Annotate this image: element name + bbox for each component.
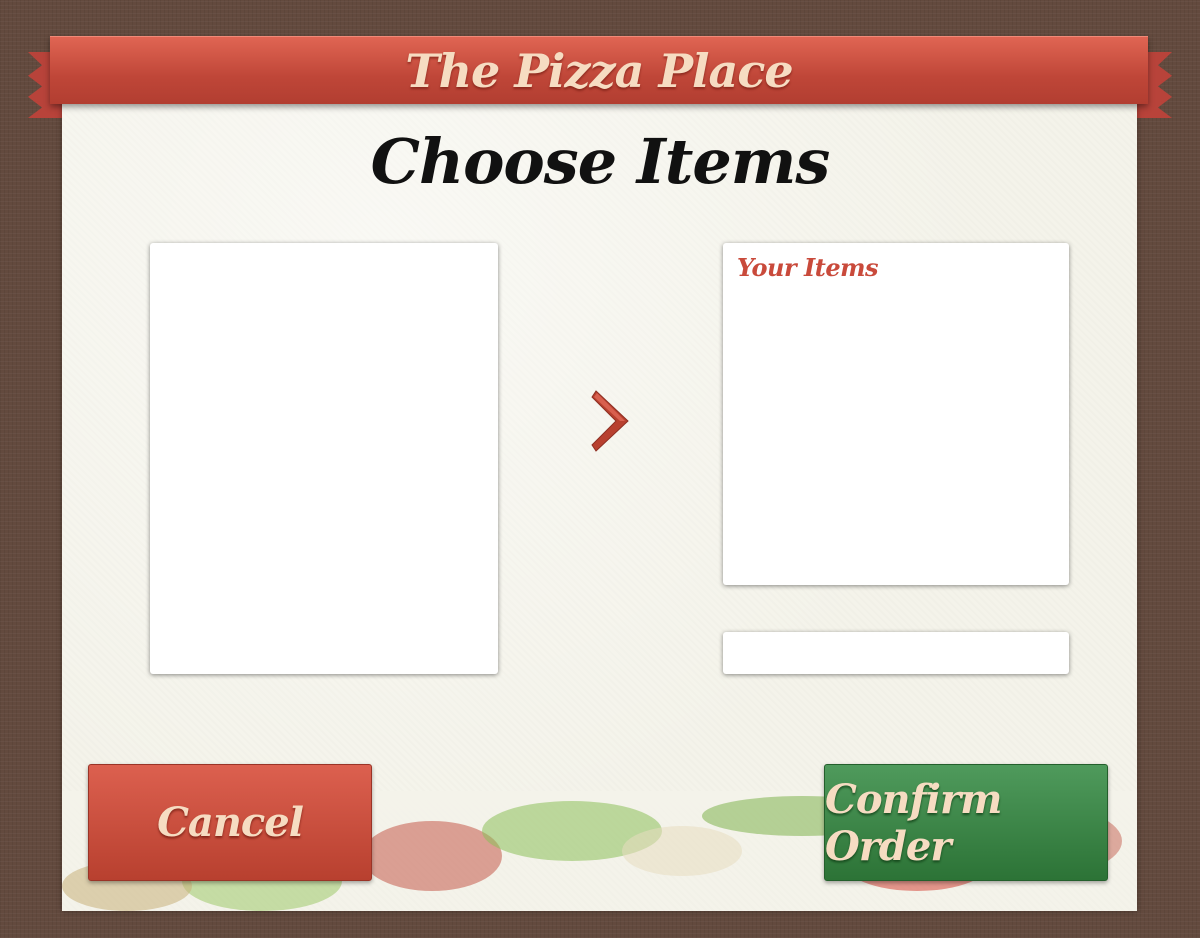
your-items-heading: Your Items (737, 253, 879, 282)
available-items-list[interactable] (150, 243, 498, 674)
order-summary-field[interactable] (723, 632, 1069, 674)
cancel-button[interactable]: Cancel (88, 764, 372, 881)
chevron-right-icon (591, 390, 629, 452)
confirm-order-button[interactable]: Confirm Order (824, 764, 1108, 881)
confirm-order-button-label: Confirm Order (825, 775, 1002, 870)
header-banner: The Pizza Place (50, 36, 1148, 104)
app-title: The Pizza Place (405, 43, 793, 98)
page-title: Choose Items (370, 125, 831, 198)
add-item-button[interactable] (588, 385, 636, 457)
your-items-list[interactable]: Your Items (723, 243, 1069, 585)
cancel-button-label: Cancel (157, 799, 304, 846)
